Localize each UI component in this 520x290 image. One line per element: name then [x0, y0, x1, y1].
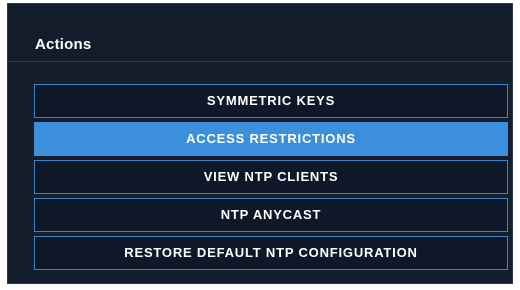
- view-ntp-clients-button[interactable]: VIEW NTP CLIENTS: [34, 160, 508, 194]
- panel-title: Actions: [35, 36, 92, 53]
- page-background: Actions SYMMETRIC KEYS ACCESS RESTRICTIO…: [0, 0, 520, 290]
- restore-default-ntp-configuration-button[interactable]: RESTORE DEFAULT NTP CONFIGURATION: [34, 236, 508, 270]
- ntp-anycast-button[interactable]: NTP ANYCAST: [34, 198, 508, 232]
- actions-list: SYMMETRIC KEYS ACCESS RESTRICTIONS VIEW …: [34, 84, 508, 274]
- access-restrictions-button[interactable]: ACCESS RESTRICTIONS: [34, 122, 508, 156]
- actions-panel: Actions SYMMETRIC KEYS ACCESS RESTRICTIO…: [7, 3, 513, 284]
- symmetric-keys-button[interactable]: SYMMETRIC KEYS: [34, 84, 508, 118]
- panel-header: Actions: [8, 4, 512, 62]
